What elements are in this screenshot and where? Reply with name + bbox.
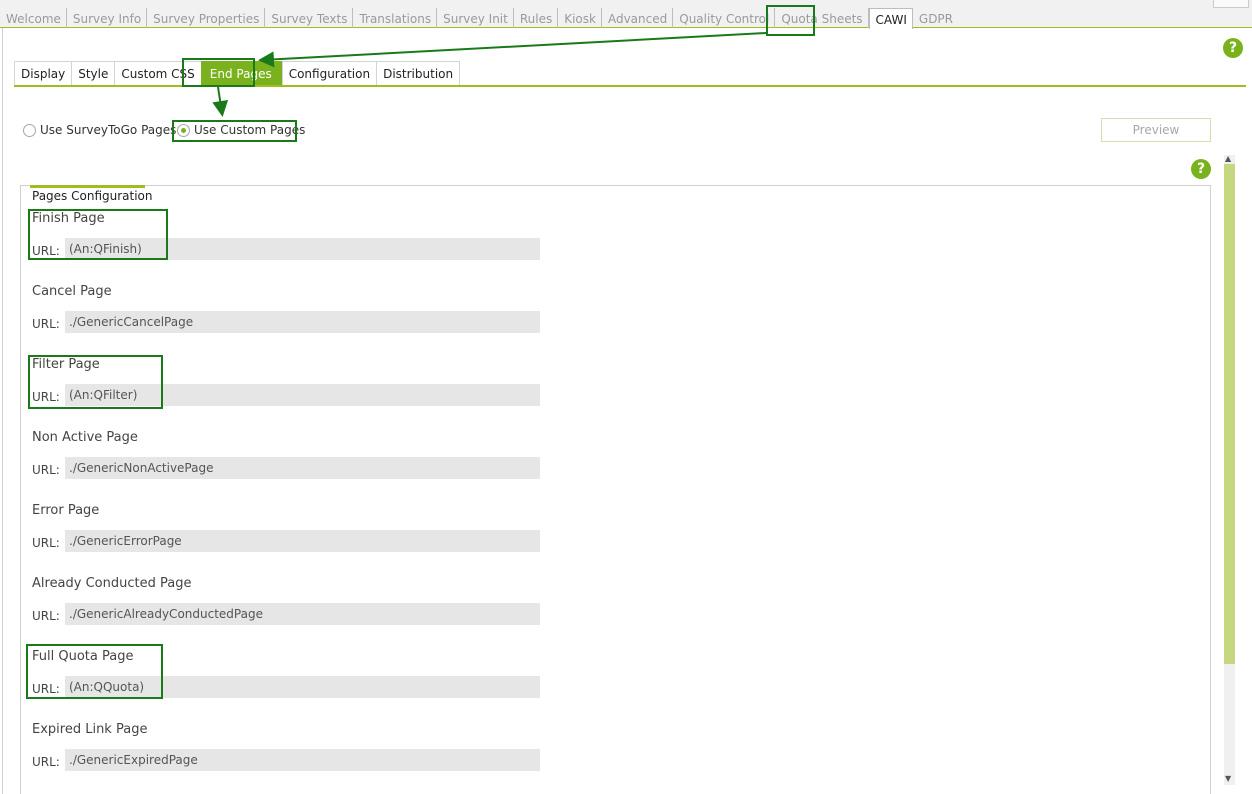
url-label: URL:: [32, 755, 60, 769]
filter-page-label: Filter Page: [32, 357, 100, 372]
non-active-page-url-field[interactable]: ./GenericNonActivePage: [65, 457, 540, 479]
full-quota-page-url-field[interactable]: (An:QQuota): [65, 676, 540, 698]
help-icon[interactable]: ?: [1191, 159, 1211, 179]
radio-label: Use Custom Pages: [194, 123, 306, 137]
scroll-up-arrow-icon[interactable]: ▲: [1225, 154, 1231, 163]
url-label: URL:: [32, 317, 60, 331]
top-tab-strip: Welcome Survey Info Survey Properties Su…: [0, 0, 1252, 29]
expired-link-page-url-field[interactable]: ./GenericExpiredPage: [65, 749, 540, 771]
tab-kiosk[interactable]: Kiosk: [558, 8, 602, 28]
window-corner: [1213, 0, 1249, 8]
tab-rules[interactable]: Rules: [514, 8, 559, 28]
tab-quota-sheets[interactable]: Quota Sheets: [775, 8, 869, 28]
arrow-end-pages-to-custom-pages: [212, 86, 229, 117]
non-active-page-label: Non Active Page: [32, 430, 138, 445]
top-tabs: Welcome Survey Info Survey Properties Su…: [0, 8, 958, 29]
error-page-url-field[interactable]: ./GenericErrorPage: [65, 530, 540, 552]
help-icon[interactable]: ?: [1223, 38, 1243, 58]
radio-button-selected[interactable]: [177, 123, 190, 137]
url-label: URL:: [32, 463, 60, 477]
scrollbar-thumb[interactable]: [1224, 164, 1235, 664]
url-label: URL:: [32, 536, 60, 550]
url-label: URL:: [32, 609, 60, 623]
tab-display[interactable]: Display: [14, 61, 73, 86]
full-quota-page-label: Full Quota Page: [32, 649, 134, 664]
preview-button[interactable]: Preview: [1101, 118, 1211, 142]
tab-survey-info[interactable]: Survey Info: [67, 8, 148, 28]
finish-page-url-field[interactable]: (An:QFinish): [65, 238, 540, 260]
tab-quality-control[interactable]: Quality Control: [673, 8, 776, 28]
tab-survey-properties[interactable]: Survey Properties: [147, 8, 266, 28]
url-label: URL:: [32, 682, 60, 696]
left-border: [2, 28, 3, 794]
already-conducted-page-label: Already Conducted Page: [32, 576, 192, 591]
tab-advanced[interactable]: Advanced: [602, 8, 674, 28]
expired-link-page-label: Expired Link Page: [32, 722, 148, 737]
error-page-label: Error Page: [32, 503, 100, 518]
tab-welcome[interactable]: Welcome: [0, 8, 67, 28]
tab-survey-texts[interactable]: Survey Texts: [265, 8, 354, 28]
finish-page-label: Finish Page: [32, 211, 105, 226]
tab-translations[interactable]: Translations: [353, 8, 438, 28]
tab-gdpr[interactable]: GDPR: [913, 8, 958, 28]
sub-tabs: Display Style Custom CSS End Pages Confi…: [14, 61, 461, 86]
cancel-page-label: Cancel Page: [32, 284, 112, 299]
cancel-page-url-field[interactable]: ./GenericCancelPage: [65, 311, 540, 333]
url-label: URL:: [32, 390, 60, 404]
arrow-cawi-to-end-pages: [258, 32, 767, 68]
radio-custom-pages[interactable]: Use Custom Pages: [177, 123, 305, 137]
already-conducted-page-url-field[interactable]: ./GenericAlreadyConductedPage: [65, 603, 540, 625]
tab-style[interactable]: Style: [71, 61, 116, 86]
sub-tab-underline: [14, 85, 1246, 87]
url-label: URL:: [32, 244, 60, 258]
pages-configuration-panel: [20, 185, 1211, 794]
radio-surveytogo-pages[interactable]: Use SurveyToGo Pages: [23, 123, 176, 137]
tab-survey-init[interactable]: Survey Init: [437, 8, 514, 28]
tab-cawi[interactable]: CAWI: [868, 8, 913, 29]
tab-end-pages[interactable]: End Pages: [200, 61, 283, 86]
tab-distribution[interactable]: Distribution: [376, 61, 461, 86]
filter-page-url-field[interactable]: (An:QFilter): [65, 384, 540, 406]
scroll-down-arrow-icon[interactable]: ▼: [1225, 774, 1231, 783]
radio-button[interactable]: [23, 123, 36, 137]
tab-configuration[interactable]: Configuration: [281, 61, 378, 86]
tab-custom-css[interactable]: Custom CSS: [114, 61, 202, 86]
radio-label: Use SurveyToGo Pages: [40, 123, 177, 137]
panel-title: Pages Configuration: [32, 189, 153, 203]
